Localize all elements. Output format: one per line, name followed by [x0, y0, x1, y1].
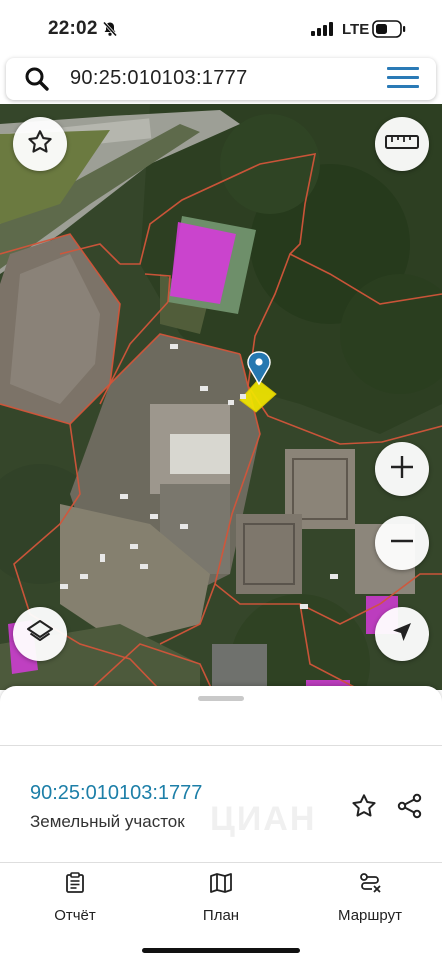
plus-icon	[388, 453, 416, 486]
share-button[interactable]	[392, 790, 428, 826]
layers-button[interactable]	[13, 607, 67, 661]
cadastral-number-link[interactable]: 90:25:010103:1777	[30, 782, 202, 805]
search-input[interactable]: 90:25:010103:1777	[70, 67, 248, 90]
divider	[0, 745, 442, 746]
divider	[0, 862, 442, 863]
signal-icon	[311, 22, 333, 41]
map-plan-icon	[209, 872, 233, 899]
tab-plan[interactable]: План	[192, 872, 250, 928]
tab-route[interactable]: Маршрут	[330, 872, 410, 928]
ruler-icon	[384, 131, 420, 158]
tab-report-label: Отчёт	[54, 907, 96, 924]
star-icon	[350, 792, 378, 825]
navigation-arrow-icon	[390, 620, 414, 649]
layers-icon	[25, 617, 55, 652]
sheet-grabber[interactable]	[198, 696, 244, 701]
bell-slash-icon	[102, 21, 118, 42]
favorite-button[interactable]	[346, 790, 382, 826]
search-icon[interactable]	[24, 66, 50, 97]
minus-icon	[388, 527, 416, 560]
status-time: 22:02	[48, 18, 98, 39]
share-icon	[396, 792, 424, 825]
watermark-logo: ЦИАН	[210, 800, 317, 838]
locate-button[interactable]	[375, 607, 429, 661]
route-icon	[358, 872, 382, 899]
zoom-out-button[interactable]	[375, 516, 429, 570]
tab-report[interactable]: Отчёт	[44, 872, 106, 928]
star-icon	[26, 128, 54, 161]
report-clipboard-icon	[64, 872, 86, 899]
hamburger-menu-icon[interactable]	[387, 67, 419, 91]
battery-icon	[372, 20, 406, 43]
status-bar: 22:02 LTE	[0, 0, 442, 56]
favorite-map-button[interactable]	[13, 117, 67, 171]
parcel-type-label: Земельный участок	[30, 812, 185, 831]
tab-plan-label: План	[202, 907, 240, 924]
satellite-map[interactable]	[0, 104, 442, 690]
network-type: LTE	[342, 21, 370, 38]
parcel-bottom-sheet[interactable]: ЦИАН 90:25:010103:1777 Земельный участок…	[0, 686, 442, 960]
tab-route-label: Маршрут	[338, 907, 402, 924]
ruler-button[interactable]	[375, 117, 429, 171]
zoom-in-button[interactable]	[375, 442, 429, 496]
search-bar[interactable]: 90:25:010103:1777	[6, 58, 436, 100]
home-indicator[interactable]	[142, 948, 300, 953]
map-imagery	[0, 104, 442, 690]
